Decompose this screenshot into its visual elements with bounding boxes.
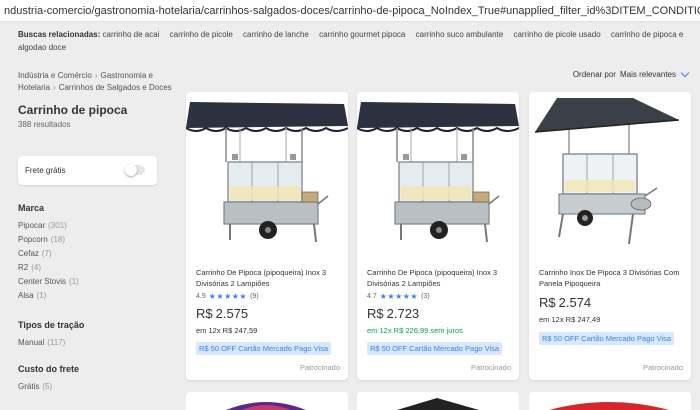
price-currency: R$ bbox=[367, 306, 384, 321]
filter-option[interactable]: Center Stovis (1) bbox=[18, 275, 168, 289]
filter-option-name: Pipocar bbox=[18, 221, 46, 230]
filter-tracao: Tipos de tração Manual (117) bbox=[18, 320, 168, 350]
filter-option[interactable]: Alsa (1) bbox=[18, 289, 168, 303]
breadcrumb-separator-icon: › bbox=[53, 83, 56, 92]
reviews-count: (3) bbox=[421, 293, 430, 300]
filter-option-count: (7) bbox=[41, 249, 52, 258]
product-title[interactable]: Carrinho De Pipoca (pipoqueira) Inox 3 D… bbox=[367, 267, 512, 289]
frete-gratis-toggle[interactable] bbox=[125, 164, 145, 176]
filter-option-count: (5) bbox=[42, 382, 53, 391]
reviews-count: (9) bbox=[250, 293, 259, 300]
umbrella-image bbox=[549, 402, 669, 410]
related-searches: Buscas relacionadas: carrinho de acai ca… bbox=[18, 28, 694, 54]
filter-option-name: Grátis bbox=[18, 382, 40, 391]
filter-option-count: (18) bbox=[50, 235, 66, 244]
sort-value[interactable]: Mais relevantes bbox=[620, 70, 676, 79]
breadcrumb-separator-icon: › bbox=[94, 71, 98, 80]
sponsored-label: Patrocinado bbox=[470, 363, 511, 372]
breadcrumb-item[interactable]: Indústria e Comércio bbox=[18, 71, 92, 80]
installments: em 12x R$ 247,59 bbox=[196, 326, 258, 335]
filter-option-name: R2 bbox=[18, 263, 29, 272]
price-currency: R$ bbox=[539, 295, 556, 310]
related-link[interactable]: carrinho de lanche bbox=[243, 30, 309, 39]
product-rating: 4.7 ★★★★★ (3) bbox=[367, 292, 430, 301]
filter-option-count: (1) bbox=[36, 291, 47, 300]
filter-title: Custo do frete bbox=[18, 364, 80, 374]
product-image[interactable] bbox=[529, 92, 691, 252]
filter-option[interactable]: Pipocar (301) bbox=[18, 219, 168, 233]
filter-frete: Custo do frete Grátis (5) bbox=[18, 364, 168, 394]
filter-option[interactable]: Cefaz (7) bbox=[18, 247, 168, 261]
related-link[interactable]: carrinho gourmet pipoca bbox=[319, 30, 405, 39]
product-card[interactable]: Carrinho De Pipoca (pipoqueira) Inox 3 D… bbox=[357, 92, 519, 380]
product-price: R$ 2.723 bbox=[367, 306, 419, 321]
installments: em 12x R$ 226,99 sem juros bbox=[367, 326, 463, 335]
promo-badge: R$ 50 OFF Cartão Mercado Pago Visa bbox=[539, 332, 675, 345]
page-title: Carrinho de pipoca bbox=[18, 103, 128, 117]
filter-option[interactable]: Manual (117) bbox=[18, 336, 168, 350]
installments: em 12x R$ 247,49 bbox=[539, 315, 601, 324]
popcorn-cart-image bbox=[186, 102, 348, 243]
product-image[interactable] bbox=[186, 92, 348, 252]
sort-label: Ordenar por bbox=[572, 70, 616, 79]
promo-badge: R$ 50 OFF Cartão Mercado Pago Visa bbox=[196, 342, 332, 355]
popcorn-cart-image bbox=[534, 98, 680, 245]
product-price: R$ 2.575 bbox=[196, 306, 248, 321]
sponsored-label: Patrocinado bbox=[642, 363, 683, 372]
filter-option-name: Center Stovis bbox=[18, 277, 67, 286]
product-title[interactable]: Carrinho De Pipoca (pipoqueira) Inox 3 D… bbox=[196, 267, 341, 289]
breadcrumb-item[interactable]: Carrinhos de Salgados e Doces bbox=[59, 83, 172, 92]
price-currency: R$ bbox=[196, 306, 213, 321]
product-card[interactable] bbox=[529, 392, 691, 410]
price-value: 2.574 bbox=[558, 295, 592, 310]
price-value: 2.723 bbox=[386, 306, 420, 321]
related-link[interactable]: carrinho de acai bbox=[103, 30, 160, 39]
filter-option-name: Manual bbox=[18, 338, 45, 347]
filter-option-name: Popcorn bbox=[18, 235, 48, 244]
product-price: R$ 2.574 bbox=[539, 295, 591, 310]
related-searches-label: Buscas relacionadas: bbox=[18, 30, 101, 39]
sort-control[interactable]: Ordenar por Mais relevantes bbox=[572, 68, 690, 79]
chevron-down-icon bbox=[680, 68, 690, 78]
filter-option-count: (1) bbox=[69, 277, 79, 286]
rating-stars-icon: ★★★★★ bbox=[379, 292, 419, 301]
filter-title: Tipos de tração bbox=[18, 320, 85, 330]
product-image[interactable] bbox=[357, 92, 519, 252]
filter-option-name: Cefaz bbox=[18, 249, 39, 258]
filter-option-name: Alsa bbox=[18, 291, 34, 300]
frete-gratis-filter[interactable]: Frete grátis bbox=[18, 156, 157, 185]
umbrella-image bbox=[226, 402, 306, 410]
breadcrumb: Indústria e Comércio › Gastronomia e Hotel… bbox=[18, 70, 178, 94]
sidebar: Indústria e Comércio › Gastronomia e Hotel… bbox=[18, 70, 178, 129]
filter-option[interactable]: Popcorn (18) bbox=[18, 233, 168, 247]
product-card[interactable] bbox=[186, 392, 348, 410]
rating-stars-icon: ★★★★★ bbox=[208, 292, 248, 301]
filter-title: Marca bbox=[18, 203, 45, 213]
awning-image bbox=[397, 398, 479, 410]
popcorn-cart-image bbox=[357, 102, 519, 243]
sponsored-label: Patrocinado bbox=[299, 363, 340, 372]
toggle-knob bbox=[125, 164, 137, 176]
filter-option[interactable]: Grátis (5) bbox=[18, 380, 168, 394]
related-link[interactable]: carrinho de picole bbox=[170, 30, 233, 39]
address-bar[interactable]: ndustria-comercio/gastronomia-hotelaria/… bbox=[0, 0, 700, 22]
price-value: 2.575 bbox=[215, 306, 249, 321]
related-link[interactable]: carrinho suco ambulante bbox=[416, 30, 504, 39]
frete-gratis-label: Frete grátis bbox=[25, 166, 66, 175]
product-card[interactable]: Carrinho De Pipoca (pipoqueira) Inox 3 D… bbox=[186, 92, 348, 380]
rating-value: 4.9 bbox=[196, 293, 206, 300]
rating-value: 4.7 bbox=[367, 293, 377, 300]
filter-option-count: (4) bbox=[31, 263, 42, 272]
product-card[interactable] bbox=[357, 392, 519, 410]
filter-option-count: (301) bbox=[48, 221, 67, 230]
product-rating: 4.9 ★★★★★ (9) bbox=[196, 292, 259, 301]
related-link[interactable]: carrinho de picole usado bbox=[513, 30, 600, 39]
filter-option[interactable]: R2 (4) bbox=[18, 261, 168, 275]
results-count: 388 resultados bbox=[18, 120, 71, 129]
filter-option-count: (117) bbox=[47, 338, 66, 347]
product-card[interactable]: Carrinho Inox De Pipoca 3 Divisórias Com… bbox=[529, 92, 691, 380]
filter-marca: Marca Pipocar (301) Popcorn (18) Cefaz (7) … bbox=[18, 203, 168, 303]
product-title[interactable]: Carrinho Inox De Pipoca 3 Divisórias Com… bbox=[539, 267, 684, 289]
promo-badge: R$ 50 OFF Cartão Mercado Pago Visa bbox=[367, 342, 503, 355]
